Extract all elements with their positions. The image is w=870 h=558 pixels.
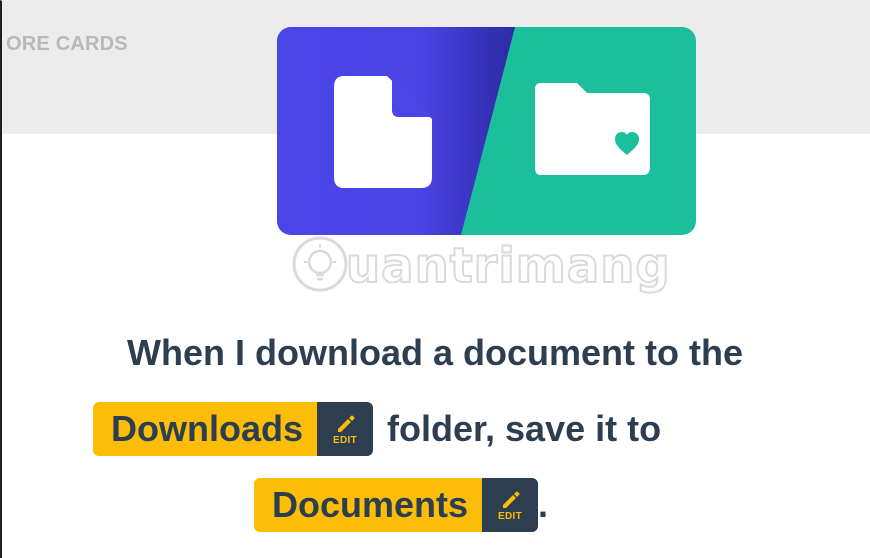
edit-label: EDIT	[498, 511, 523, 522]
hero-graphic	[277, 27, 696, 235]
pencil-icon	[503, 491, 520, 508]
more-cards-link[interactable]: ORE CARDS	[6, 33, 128, 56]
folder-heart-icon	[535, 83, 650, 175]
source-edit-button[interactable]: EDIT	[317, 402, 374, 456]
sentence-line-2: Downloads EDIT folder, save it to	[0, 402, 870, 456]
source-folder-value[interactable]: Downloads	[93, 402, 318, 456]
sentence-line-3: Documents EDIT .	[0, 478, 870, 532]
target-edit-button[interactable]: EDIT	[482, 478, 539, 532]
pencil-icon	[338, 415, 355, 432]
target-folder-token[interactable]: Documents EDIT	[254, 478, 539, 532]
lightbulb-icon	[292, 236, 348, 292]
sentence-line-2-text: folder, save it to	[387, 408, 662, 449]
source-folder-token[interactable]: Downloads EDIT	[93, 402, 374, 456]
watermark-text: uantrimang	[345, 237, 671, 295]
sentence-period: .	[538, 484, 549, 525]
edit-label: EDIT	[333, 435, 357, 446]
watermark: uantrimang	[290, 232, 690, 304]
sentence-line-1: When I download a document to the	[127, 332, 743, 373]
target-folder-value[interactable]: Documents	[254, 478, 483, 532]
